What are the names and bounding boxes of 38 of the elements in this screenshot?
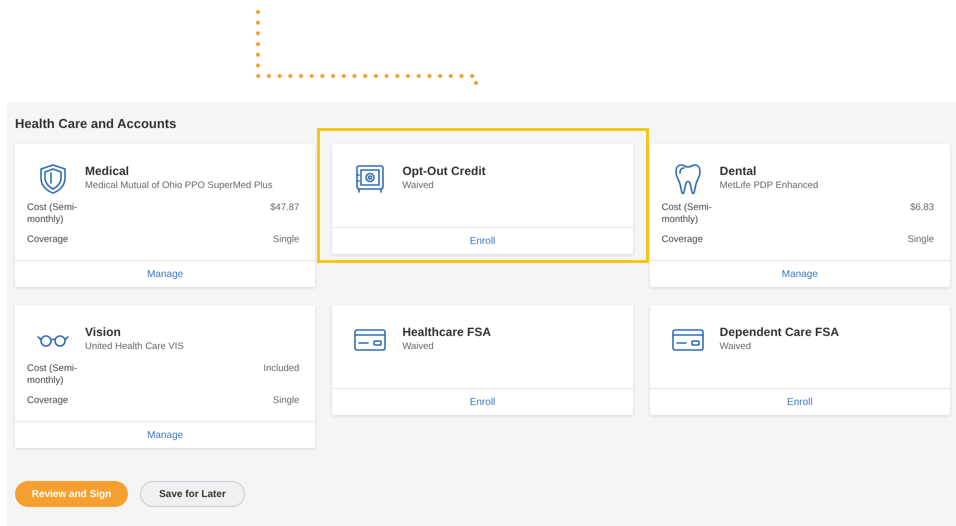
shield-icon: [40, 164, 66, 194]
card-subtitle: Waived: [402, 179, 435, 192]
detail-value: $47.87: [270, 202, 300, 214]
credit-card-icon: [354, 329, 386, 351]
card-action-link[interactable]: Manage: [147, 266, 184, 282]
credit-card-icon: [672, 329, 704, 351]
section-title: Health Care and Accounts: [15, 116, 178, 132]
detail-label: Coverage: [27, 395, 70, 407]
card-subtitle: Waived: [402, 340, 435, 353]
card-title: Medical: [85, 164, 130, 179]
card-action-link[interactable]: Enroll: [787, 394, 813, 410]
detail-label: Cost (Semi-monthly): [27, 202, 78, 226]
card-action-link[interactable]: Manage: [782, 266, 818, 282]
card-action-link[interactable]: Enroll: [470, 234, 496, 248]
card-title: Dental: [720, 164, 758, 179]
card-subtitle: Medical Mutual of Ohio PPO SuperMed Plus: [85, 179, 272, 192]
detail-label: Coverage: [27, 234, 70, 246]
detail-label: Cost (Semi-monthly): [662, 202, 713, 226]
card-subtitle: United Health Care VIS: [85, 340, 184, 353]
glasses-icon: [37, 333, 69, 347]
detail-label: Cost (Semi-monthly): [27, 363, 78, 387]
card-subtitle: MetLife PDP Enhanced: [720, 179, 818, 192]
save-button[interactable]: Save for Later: [140, 481, 245, 507]
card-title: Opt-Out Credit: [402, 164, 486, 179]
card-title: Vision: [85, 325, 122, 340]
detail-label: Coverage: [662, 234, 704, 246]
detail-value: Single: [272, 234, 300, 246]
detail-value: Included: [263, 363, 300, 375]
detail-value: Single: [908, 234, 934, 246]
safe-icon: [356, 165, 384, 193]
card-action-link[interactable]: Manage: [147, 428, 184, 442]
card-action-link[interactable]: Enroll: [470, 394, 496, 410]
card-subtitle: Waived: [720, 340, 752, 353]
card-title: Dependent Care FSA: [720, 325, 840, 340]
detail-value: Single: [272, 395, 300, 407]
detail-value: $6.83: [910, 202, 934, 214]
card-title: Healthcare FSA: [402, 325, 492, 340]
tooth-icon: [674, 163, 701, 195]
